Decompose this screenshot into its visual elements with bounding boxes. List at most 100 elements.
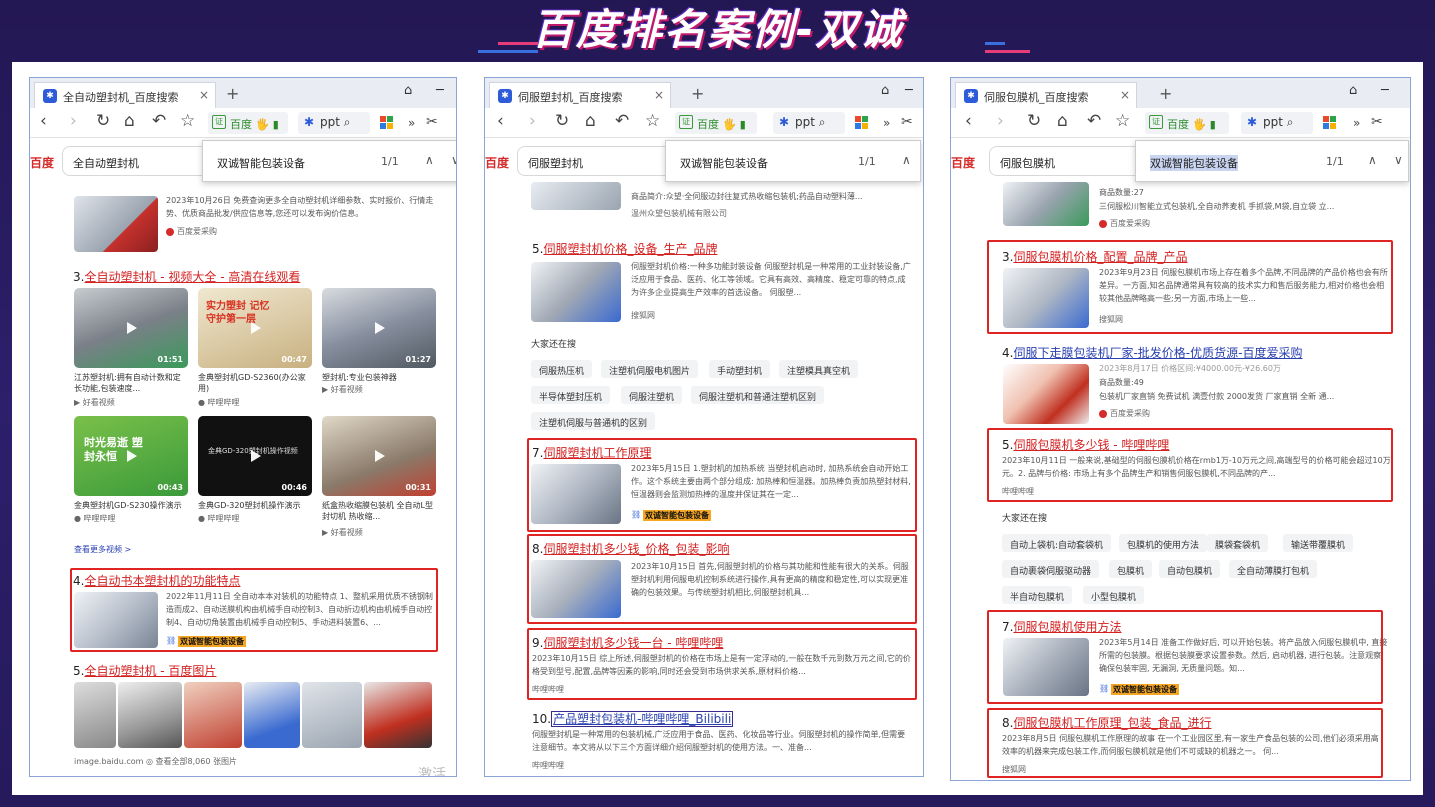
image-result[interactable] (364, 682, 432, 748)
video-caption[interactable]: 纸盒热收缩膜包装机 全自动L型封切机 热收缩... (322, 500, 436, 522)
forward-icon[interactable]: › (529, 111, 536, 131)
undo-icon[interactable]: ↶ (152, 111, 166, 131)
star-icon[interactable]: ☆ (1115, 111, 1130, 131)
home-icon[interactable]: ⌂ (124, 111, 135, 131)
related-search-tag[interactable]: 自动上袋机:自动套袋机 (1002, 534, 1112, 552)
new-tab-icon[interactable]: + (691, 84, 704, 103)
image-result[interactable] (118, 682, 182, 748)
image-result[interactable] (74, 682, 116, 748)
video-caption[interactable]: 金典塑封机GD-S2360(办公家用) (198, 372, 312, 394)
star-icon[interactable]: ☆ (180, 111, 195, 131)
back-icon[interactable]: ‹ (965, 111, 972, 131)
minimize-icon[interactable]: ─ (436, 83, 444, 98)
image-result[interactable] (184, 682, 242, 748)
related-search-tag[interactable]: 伺服注塑机 (621, 386, 683, 404)
scissors-icon[interactable]: ✂ (901, 114, 913, 130)
result-title[interactable]: 4.伺服下走膜包装机厂家-批发价格-优质货源-百度爱采购 (1002, 344, 1302, 361)
find-prev-icon[interactable]: ∧ (1368, 153, 1377, 167)
shirt-icon[interactable]: ⌂ (1349, 83, 1357, 98)
star-icon[interactable]: ☆ (645, 111, 660, 131)
find-prev-icon[interactable]: ∧ (902, 153, 911, 167)
video-thumbnail[interactable]: 时光易逝 塑封永恒 00:43 (74, 416, 188, 496)
video-thumbnail[interactable]: 实力塑封 记忆守护第一层 00:47 (198, 288, 312, 368)
result-title[interactable]: 5.全自动塑封机 - 百度图片 (73, 662, 216, 679)
refresh-icon[interactable]: ↻ (96, 111, 110, 131)
bookmark-pill[interactable]: 证百度 🖐 ▮ (208, 112, 288, 134)
close-tab-icon[interactable]: × (1120, 88, 1130, 102)
result-title[interactable]: 3.全自动塑封机 - 视频大全 - 高清在线观看 (73, 268, 300, 285)
home-icon[interactable]: ⌂ (1057, 111, 1068, 131)
browser-tab[interactable]: ✱ 全自动塑封机_百度搜索 × (34, 82, 216, 108)
result-link[interactable]: 伺服塑封机价格_设备_生产_品牌 (543, 242, 717, 256)
ppt-search-pill[interactable]: ✱ ppt ⌕ (298, 112, 370, 134)
video-thumbnail[interactable]: 01:27 (322, 288, 436, 368)
video-caption[interactable]: 塑封机:专业包装神器 (322, 372, 436, 383)
minimize-icon[interactable]: ─ (905, 83, 913, 98)
related-search-tag[interactable]: 膜袋套袋机 (1207, 534, 1269, 552)
windows-logo-icon[interactable] (1323, 116, 1336, 129)
related-search-tag[interactable]: 手动塑封机 (709, 360, 771, 378)
windows-logo-icon[interactable] (855, 116, 868, 129)
more-icon[interactable]: » (1353, 116, 1360, 130)
related-search-tag[interactable]: 输送带覆膜机 (1283, 534, 1354, 552)
related-search-tag[interactable]: 注塑模具真空机 (779, 360, 859, 378)
result-title[interactable]: 10. 产品塑封包装机-哔哩哔哩_Bilibili (532, 710, 734, 727)
bookmark-pill[interactable]: 证百度 🖐 ▮ (1145, 112, 1229, 134)
find-input[interactable]: 双诚智能包装设备 (680, 155, 768, 171)
undo-icon[interactable]: ↶ (615, 111, 629, 131)
video-caption[interactable]: 江苏塑封机:拥有自动计数和定长功能,包装速度... (74, 372, 188, 394)
video-thumbnail[interactable]: 金典GD-320塑封机操作视频 00:46 (198, 416, 312, 496)
minimize-icon[interactable]: ─ (1381, 83, 1389, 98)
result-link[interactable]: 全自动塑封机 - 视频大全 - 高清在线观看 (84, 270, 300, 284)
undo-icon[interactable]: ↶ (1087, 111, 1101, 131)
refresh-icon[interactable]: ↻ (555, 111, 569, 131)
related-search-tag[interactable]: 自动包膜机 (1159, 560, 1221, 578)
find-next-icon[interactable]: ∨ (1394, 153, 1403, 167)
ppt-search-pill[interactable]: ✱ ppt ⌕ (773, 112, 845, 134)
related-search-tag[interactable]: 自动裹袋伺服驱动器 (1002, 560, 1100, 578)
related-search-tag[interactable]: 伺服热压机 (531, 360, 593, 378)
related-search-tag[interactable]: 半自动包膜机 (1002, 586, 1073, 604)
related-search-tag[interactable]: 小型包膜机 (1083, 586, 1145, 604)
related-search-tag[interactable]: 包膜机 (1109, 560, 1153, 578)
browser-tab[interactable]: ✱ 伺服包膜机_百度搜索 × (955, 82, 1137, 108)
forward-icon[interactable]: › (997, 111, 1004, 131)
related-search-tag[interactable]: 全自动薄膜打包机 (1229, 560, 1318, 578)
image-result[interactable] (244, 682, 300, 748)
more-icon[interactable]: » (408, 116, 415, 130)
find-input[interactable]: 双诚智能包装设备 (217, 155, 305, 171)
refresh-icon[interactable]: ↻ (1027, 111, 1041, 131)
video-thumbnail[interactable]: 00:31 (322, 416, 436, 496)
browser-tab[interactable]: ✱ 伺服塑封机_百度搜索 × (489, 82, 671, 108)
result-title[interactable]: 5.伺服塑封机价格_设备_生产_品牌 (532, 240, 717, 257)
related-search-tag[interactable]: 半导体塑封压机 (531, 386, 611, 404)
result-link[interactable]: 全自动塑封机 - 百度图片 (84, 664, 216, 678)
find-input[interactable]: 双诚智能包装设备 (1150, 155, 1238, 171)
shirt-icon[interactable]: ⌂ (404, 83, 412, 98)
new-tab-icon[interactable]: + (1159, 84, 1172, 103)
find-prev-icon[interactable]: ∧ (425, 153, 434, 167)
video-caption[interactable]: 金典塑封机GD-S230操作演示 (74, 500, 188, 511)
ppt-search-pill[interactable]: ✱ ppt ⌕ (1241, 112, 1313, 134)
image-result[interactable] (302, 682, 362, 748)
close-tab-icon[interactable]: × (654, 88, 664, 102)
back-icon[interactable]: ‹ (40, 111, 47, 131)
forward-icon[interactable]: › (70, 111, 77, 131)
result-link[interactable]: 伺服下走膜包装机厂家-批发价格-优质货源-百度爱采购 (1013, 346, 1302, 360)
video-caption[interactable]: 金典GD-320塑封机操作演示 (198, 500, 312, 511)
shirt-icon[interactable]: ⌂ (881, 83, 889, 98)
find-next-icon[interactable]: ∨ (451, 153, 456, 167)
windows-logo-icon[interactable] (380, 116, 393, 129)
more-videos-link[interactable]: 查看更多视频 > (74, 544, 131, 555)
related-search-tag[interactable]: 伺服注塑机和普通注塑机区别 (691, 386, 825, 404)
close-tab-icon[interactable]: × (199, 88, 209, 102)
more-icon[interactable]: » (883, 116, 890, 130)
scissors-icon[interactable]: ✂ (426, 114, 438, 130)
result-link[interactable]: 产品塑封包装机-哔哩哔哩_Bilibili (551, 711, 734, 727)
related-search-tag[interactable]: 包膜机的使用方法 (1119, 534, 1208, 552)
video-thumbnail[interactable]: 01:51 (74, 288, 188, 368)
new-tab-icon[interactable]: + (226, 84, 239, 103)
related-search-tag[interactable]: 注塑机伺服电机图片 (601, 360, 699, 378)
related-search-tag[interactable]: 注塑机伺服与普通机的区别 (531, 412, 656, 430)
bookmark-pill[interactable]: 证百度 🖐 ▮ (675, 112, 757, 134)
